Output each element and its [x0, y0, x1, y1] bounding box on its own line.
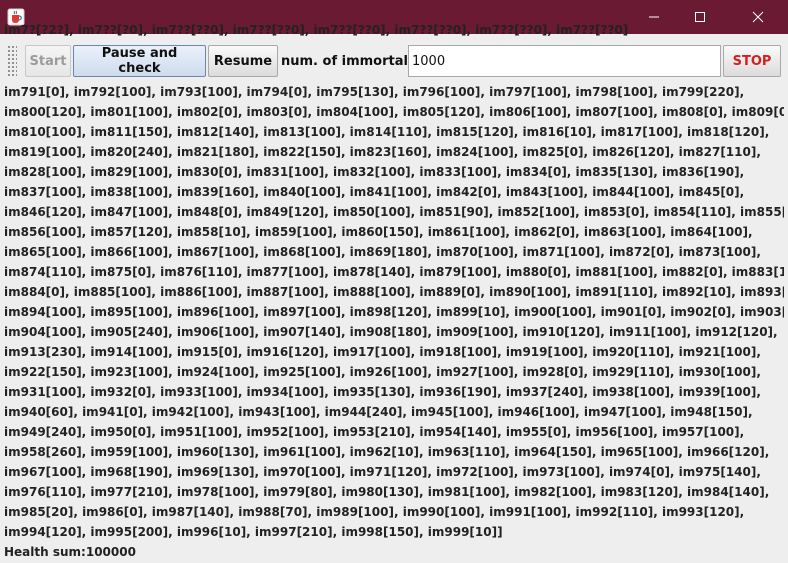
resume-button[interactable]: Resume — [208, 45, 278, 77]
immortals-count-label: num. of immortals: — [281, 54, 421, 69]
output-line: im976[110], im977[210], im978[100], im97… — [4, 485, 770, 499]
output-line: im985[20], im986[0], im987[140], im988[7… — [4, 505, 745, 519]
output-line: im810[100], im811[150], im812[140], im81… — [4, 125, 770, 139]
output-line: im931[100], im932[0], im933[100], im934[… — [4, 385, 761, 399]
health-sum-line: Health sum:100000 — [4, 545, 136, 559]
scrolled-output-line: im7?[?2?], im7??[?0], im7??[??0], im7??[… — [4, 23, 629, 37]
close-icon — [752, 11, 764, 23]
output-line: im846[120], im847[100], im848[0], im849[… — [4, 205, 784, 219]
output-line: im940[60], im941[0], im942[100], im943[1… — [4, 405, 753, 419]
stop-button[interactable]: STOP — [723, 45, 781, 77]
output-line: im949[240], im950[0], im951[100], im952[… — [4, 425, 745, 439]
output-line: im837[100], im838[100], im839[160], im84… — [4, 185, 745, 199]
immortals-count-input[interactable] — [408, 45, 721, 77]
toolbar-grip-handle[interactable] — [7, 45, 17, 77]
output-line: im967[100], im968[190], im969[130], im97… — [4, 465, 761, 479]
output-line: im819[100], im820[240], im821[180], im82… — [4, 145, 761, 159]
output-line: im884[0], im885[100], im886[100], im887[… — [4, 285, 784, 299]
output-line: im994[120], im995[200], im996[10], im997… — [4, 525, 503, 539]
start-button[interactable]: Start — [25, 45, 71, 77]
output-line: im904[100], im905[240], im906[100], im90… — [4, 325, 778, 339]
output-line: im828[100], im829[100], im830[0], im831[… — [4, 165, 745, 179]
output-line: im913[230], im914[100], im915[0], im916[… — [4, 345, 761, 359]
output-text-area: im791[0], im792[100], im793[100], im794[… — [4, 82, 784, 562]
output-line: im865[100], im866[100], im867[100], im86… — [4, 245, 761, 259]
output-line: im922[150], im923[100], im924[100], im92… — [4, 365, 761, 379]
pause-and-check-button[interactable]: Pause and check — [73, 45, 206, 77]
maximize-icon — [695, 12, 705, 22]
output-line: im856[100], im857[120], im858[10], im859… — [4, 225, 753, 239]
minimize-icon — [649, 16, 659, 18]
output-line: im874[110], im875[0], im876[110], im877[… — [4, 265, 784, 279]
output-line: im791[0], im792[100], im793[100], im794[… — [4, 85, 745, 99]
output-line: im894[100], im895[100], im896[100], im89… — [4, 305, 784, 319]
toolbar: Start Pause and check Resume num. of imm… — [0, 40, 788, 82]
output-line: im800[120], im801[100], im802[0], im803[… — [4, 105, 784, 119]
output-line: im958[260], im959[100], im960[130], im96… — [4, 445, 770, 459]
